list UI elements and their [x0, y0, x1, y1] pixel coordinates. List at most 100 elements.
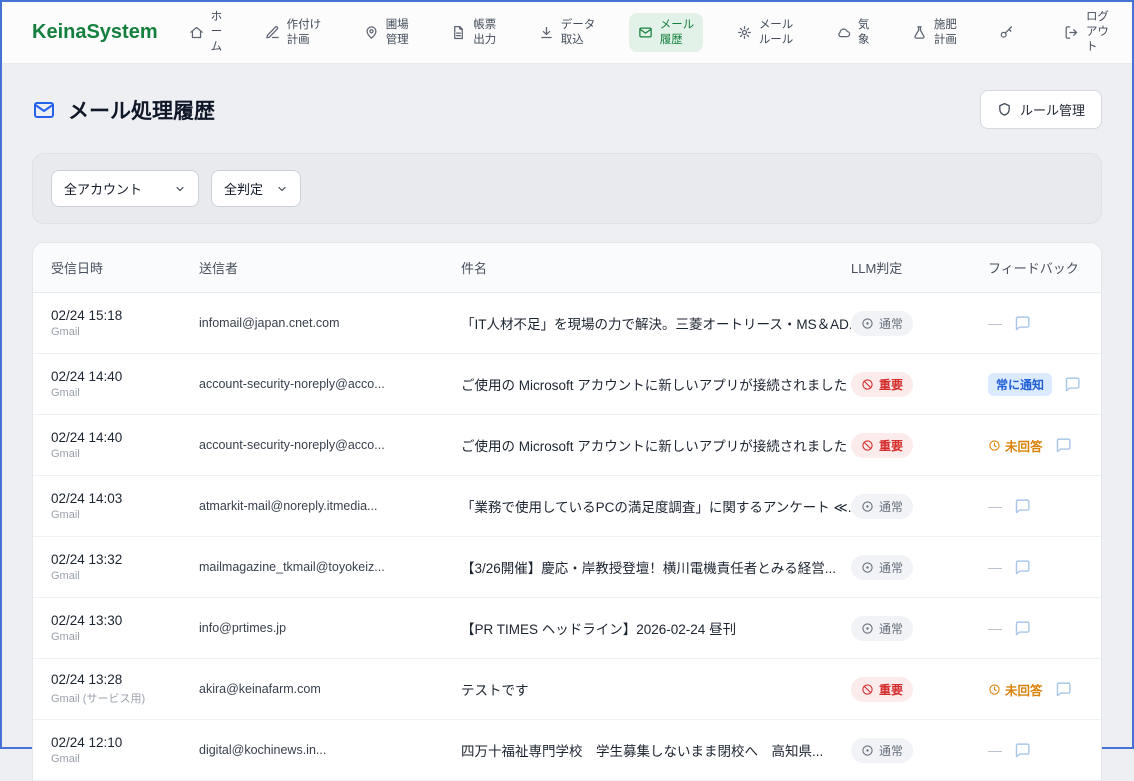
judgment-filter-select[interactable]: 全判定 — [211, 170, 301, 207]
feedback-status: — — [988, 315, 1002, 331]
app-logo[interactable]: KeinaSystem — [32, 21, 158, 44]
feedback-status: — — [988, 559, 1002, 575]
comment-bubble-icon[interactable] — [1014, 742, 1031, 759]
row-feedback-cell: — — [988, 559, 1101, 576]
row-judgment-cell: 通常 — [851, 494, 988, 519]
nav-item-report-output[interactable]: 帳票 出力 — [442, 13, 505, 53]
row-datetime: 02/24 15:18 — [51, 308, 199, 323]
row-datetime: 02/24 14:40 — [51, 369, 199, 384]
row-account: Gmail — [51, 570, 199, 582]
table-row[interactable]: 02/24 14:03 Gmail atmarkit-mail@noreply.… — [33, 476, 1101, 537]
col-header-judgment: LLM判定 — [851, 258, 988, 277]
feedback-status: — — [988, 742, 1002, 758]
row-subject: ご使用の Microsoft アカウントに新しいアプリが接続されました — [461, 374, 851, 394]
table-row[interactable]: 02/24 13:32 Gmail mailmagazine_tkmail@to… — [33, 537, 1101, 598]
main-nav: ホ ー ム 作付け 計画 圃場 管理 帳票 出力 データ 取込 メール 履歴 メ… — [180, 5, 1118, 60]
row-datetime-cell: 02/24 13:28 Gmail (サービス用) — [51, 672, 199, 706]
pencil-icon — [265, 25, 280, 40]
key-icon — [999, 25, 1014, 40]
row-account: Gmail — [51, 448, 199, 460]
row-judgment-cell: 通常 — [851, 311, 988, 336]
logout-icon — [1064, 25, 1079, 40]
row-subject: ご使用の Microsoft アカウントに新しいアプリが接続されました — [461, 435, 851, 455]
judgment-badge: 通常 — [851, 738, 913, 763]
row-sender: digital@kochinews.in... — [199, 743, 461, 757]
table-row[interactable]: 02/24 12:10 Gmail digital@kochinews.in..… — [33, 720, 1101, 781]
filter-card: 全アカウント 全判定 — [32, 153, 1102, 224]
table-row[interactable]: 02/24 13:30 Gmail info@prtimes.jp 【PR TI… — [33, 598, 1101, 659]
row-judgment-cell: 重要 — [851, 433, 988, 458]
row-feedback-cell: — — [988, 620, 1101, 637]
nav-item-planting-plan[interactable]: 作付け 計画 — [256, 13, 331, 53]
chevron-down-icon — [276, 183, 288, 195]
nav-item-password[interactable] — [990, 20, 1030, 45]
row-sender: akira@keinafarm.com — [199, 682, 461, 696]
col-header-subject: 件名 — [461, 258, 851, 277]
row-datetime-cell: 02/24 15:18 Gmail — [51, 308, 199, 338]
comment-bubble-icon[interactable] — [1055, 681, 1072, 698]
row-judgment-cell: 通常 — [851, 738, 988, 763]
row-feedback-cell: — — [988, 742, 1101, 759]
nav-item-fertilization-plan[interactable]: 施肥 計画 — [903, 13, 966, 53]
row-feedback-cell: — — [988, 315, 1101, 332]
row-sender: infomail@japan.cnet.com — [199, 316, 461, 330]
row-sender: atmarkit-mail@noreply.itmedia... — [199, 499, 461, 513]
import-icon — [539, 25, 554, 40]
table-header-row: 受信日時 送信者 件名 LLM判定 フィードバック — [33, 243, 1101, 293]
col-header-sender: 送信者 — [199, 258, 461, 277]
comment-bubble-icon[interactable] — [1014, 559, 1031, 576]
row-subject: 「業務で使用しているPCの満足度調査」に関するアンケート ≪... — [461, 496, 851, 516]
row-account: Gmail — [51, 631, 199, 643]
table-row[interactable]: 02/24 14:40 Gmail account-security-norep… — [33, 415, 1101, 476]
comment-bubble-icon[interactable] — [1055, 437, 1072, 454]
row-datetime: 02/24 14:03 — [51, 491, 199, 506]
cloud-icon — [836, 25, 851, 40]
account-filter-select[interactable]: 全アカウント — [51, 170, 199, 207]
page-title: メール処理履歴 — [68, 95, 215, 125]
nav-item-home[interactable]: ホ ー ム — [180, 5, 232, 60]
row-sender: mailmagazine_tkmail@toyokeiz... — [199, 560, 461, 574]
row-account: Gmail (サービス用) — [51, 690, 199, 706]
map-pin-icon — [364, 25, 379, 40]
row-datetime: 02/24 13:30 — [51, 613, 199, 628]
feedback-status: — — [988, 620, 1002, 636]
row-subject: 四万十福祉専門学校 学生募集しないまま閉校へ 高知県... — [461, 740, 851, 760]
nav-item-weather[interactable]: 気 象 — [827, 13, 879, 53]
nav-item-data-import[interactable]: データ 取込 — [530, 13, 605, 53]
table-row[interactable]: 02/24 13:28 Gmail (サービス用) akira@keinafar… — [33, 659, 1101, 720]
comment-bubble-icon[interactable] — [1014, 498, 1031, 515]
comment-bubble-icon[interactable] — [1014, 315, 1031, 332]
row-subject: 「IT人材不足」を現場の力で解決。三菱オートリース・MS＆AD... — [461, 313, 851, 333]
nav-item-logout[interactable]: ログ アウ ト — [1055, 5, 1118, 60]
table-row[interactable]: 02/24 15:18 Gmail infomail@japan.cnet.co… — [33, 293, 1101, 354]
row-feedback-cell: — — [988, 498, 1101, 515]
row-judgment-cell: 重要 — [851, 372, 988, 397]
row-feedback-cell: 未回答 — [988, 680, 1101, 699]
chevron-down-icon — [174, 183, 186, 195]
row-account: Gmail — [51, 387, 199, 399]
rule-manage-label: ルール管理 — [1020, 100, 1085, 119]
row-datetime-cell: 02/24 14:40 Gmail — [51, 430, 199, 460]
rule-manage-button[interactable]: ルール管理 — [980, 90, 1102, 129]
judgment-badge: 通常 — [851, 494, 913, 519]
row-sender: account-security-noreply@acco... — [199, 438, 461, 452]
table-row[interactable]: 02/24 14:40 Gmail account-security-norep… — [33, 354, 1101, 415]
gear-icon — [737, 25, 752, 40]
table-body: 02/24 15:18 Gmail infomail@japan.cnet.co… — [33, 293, 1101, 781]
nav-item-field-management[interactable]: 圃場 管理 — [355, 13, 418, 53]
nav-item-mail-history[interactable]: メール 履歴 — [629, 13, 704, 53]
judgment-badge: 重要 — [851, 677, 913, 702]
row-judgment-cell: 通常 — [851, 555, 988, 580]
top-navbar: KeinaSystem ホ ー ム 作付け 計画 圃場 管理 帳票 出力 データ… — [2, 2, 1132, 64]
comment-bubble-icon[interactable] — [1064, 376, 1081, 393]
row-feedback-cell: 未回答 — [988, 436, 1101, 455]
nav-item-mail-rules[interactable]: メール ルール — [728, 13, 803, 53]
mail-icon — [638, 25, 653, 40]
comment-bubble-icon[interactable] — [1014, 620, 1031, 637]
col-header-feedback: フィードバック — [988, 258, 1101, 277]
row-judgment-cell: 通常 — [851, 616, 988, 641]
col-header-datetime: 受信日時 — [51, 258, 199, 277]
page-title-row: メール処理履歴 ルール管理 — [32, 90, 1102, 129]
mail-icon — [32, 98, 56, 122]
judgment-badge: 通常 — [851, 555, 913, 580]
